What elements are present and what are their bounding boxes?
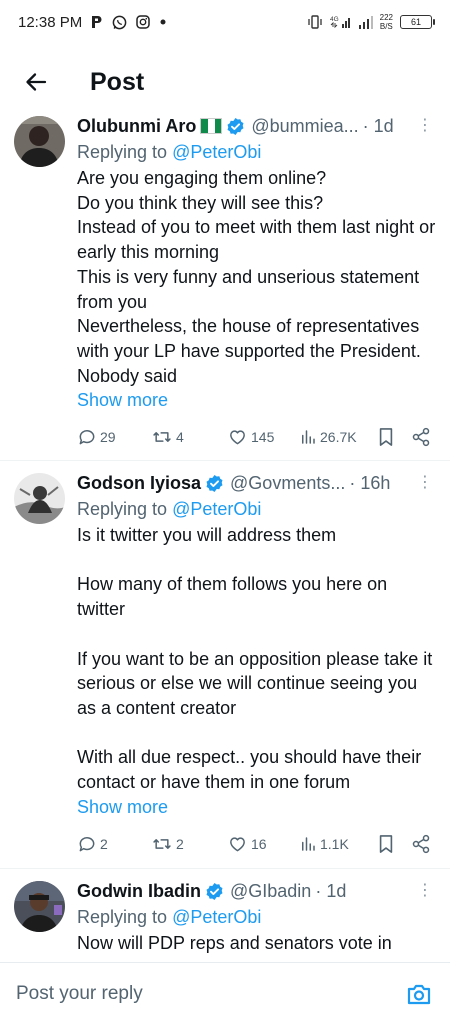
show-more-link[interactable]: Show more <box>77 388 436 412</box>
tweet-actions: 2 2 16 1.1K <box>77 819 436 869</box>
reply-icon <box>79 836 95 852</box>
reply-input[interactable] <box>16 982 404 1005</box>
heart-icon <box>230 837 245 852</box>
views-button[interactable]: 26.7K <box>299 428 377 446</box>
whatsapp-icon <box>112 15 127 30</box>
tweet-time[interactable]: · 16h <box>349 473 390 494</box>
dot-icon <box>159 18 167 26</box>
status-bar: 12:38 PM 4G 222 B/S 61 <box>0 0 450 44</box>
display-name[interactable]: Godwin Ibadin <box>77 881 201 902</box>
user-handle[interactable]: @GIbadin <box>230 881 311 902</box>
reply-composer <box>0 962 450 1024</box>
page-title: Post <box>90 67 145 96</box>
tweet-text: Are you engaging them online? Do you thi… <box>77 168 436 386</box>
show-more-link[interactable]: Show more <box>77 795 436 819</box>
user-handle[interactable]: @Govments... <box>230 473 345 494</box>
share-button[interactable] <box>411 834 431 854</box>
battery-icon: 61 <box>400 15 435 29</box>
bookmark-icon <box>379 428 393 447</box>
tweet-time[interactable]: · 1d <box>315 881 346 902</box>
retweet-icon <box>153 432 171 443</box>
more-options-icon[interactable]: ⋮ <box>414 118 436 134</box>
replying-to: Replying to @PeterObi <box>77 499 262 519</box>
reply-tweet[interactable]: Olubunmi Aro @bummiea... · 1d ⋮ Replying… <box>0 113 450 461</box>
tweet-actions: 29 4 145 26.7K <box>77 412 436 462</box>
verified-badge-icon <box>205 882 224 901</box>
tweet-header: Godwin Ibadin @GIbadin · 1d ⋮ <box>77 878 436 904</box>
net-speed: 222 B/S <box>379 13 393 31</box>
p-app-icon <box>91 15 103 29</box>
avatar[interactable] <box>14 116 65 167</box>
retweet-icon <box>153 838 171 849</box>
user-handle[interactable]: @bummiea... <box>251 116 358 137</box>
avatar[interactable] <box>14 473 65 524</box>
replying-to: Replying to @PeterObi <box>77 907 262 927</box>
share-icon <box>412 428 430 447</box>
reply-tweet[interactable]: Godson Iyiosa @Govments... · 16h ⋮ Reply… <box>0 461 450 869</box>
more-options-icon[interactable]: ⋮ <box>414 883 436 899</box>
tweet-text: Now will PDP reps and senators vote in <box>77 933 392 953</box>
retweet-button[interactable]: 4 <box>151 427 227 447</box>
tweet-text: Is it twitter you will address them How … <box>77 525 433 793</box>
reply-button[interactable]: 2 <box>77 834 151 854</box>
signal-bars-icon <box>358 15 373 29</box>
bookmark-button[interactable] <box>377 427 411 447</box>
nigeria-flag-icon <box>200 118 223 134</box>
verified-badge-icon <box>226 117 245 136</box>
replies-feed[interactable]: Olubunmi Aro @bummiea... · 1d ⋮ Replying… <box>0 113 450 961</box>
more-options-icon[interactable]: ⋮ <box>414 475 436 491</box>
like-button[interactable]: 145 <box>227 427 299 447</box>
instagram-icon <box>136 15 150 29</box>
reply-icon <box>79 430 95 445</box>
mention-link[interactable]: @PeterObi <box>172 907 261 927</box>
reply-button[interactable]: 29 <box>77 427 151 447</box>
avatar[interactable] <box>14 881 65 932</box>
display-name[interactable]: Godson Iyiosa <box>77 473 201 494</box>
display-name[interactable]: Olubunmi Aro <box>77 116 196 137</box>
top-app-bar: Post <box>0 56 450 108</box>
bookmark-button[interactable] <box>377 834 411 854</box>
back-arrow-icon[interactable] <box>16 62 56 102</box>
camera-icon[interactable] <box>404 979 434 1009</box>
verified-badge-icon <box>205 474 224 493</box>
vibrate-icon <box>307 15 323 29</box>
tweet-header: Olubunmi Aro @bummiea... · 1d ⋮ <box>77 113 436 139</box>
reply-tweet[interactable]: Godwin Ibadin @GIbadin · 1d ⋮ Replying t… <box>0 869 450 961</box>
share-button[interactable] <box>411 427 431 447</box>
tweet-time[interactable]: · 1d <box>363 116 394 137</box>
replying-to: Replying to @PeterObi <box>77 142 262 162</box>
retweet-button[interactable]: 2 <box>151 834 227 854</box>
mention-link[interactable]: @PeterObi <box>172 142 261 162</box>
heart-icon <box>230 430 245 445</box>
views-icon <box>302 836 315 851</box>
tweet-header: Godson Iyiosa @Govments... · 16h ⋮ <box>77 470 436 496</box>
network-signal-icon: 4G <box>330 15 352 29</box>
views-button[interactable]: 1.1K <box>299 835 377 853</box>
like-button[interactable]: 16 <box>227 834 299 854</box>
svg-text:4G: 4G <box>330 16 339 23</box>
mention-link[interactable]: @PeterObi <box>172 499 261 519</box>
status-time: 12:38 PM <box>18 13 83 31</box>
views-icon <box>302 430 315 445</box>
share-icon <box>412 834 430 853</box>
bookmark-icon <box>379 834 393 853</box>
